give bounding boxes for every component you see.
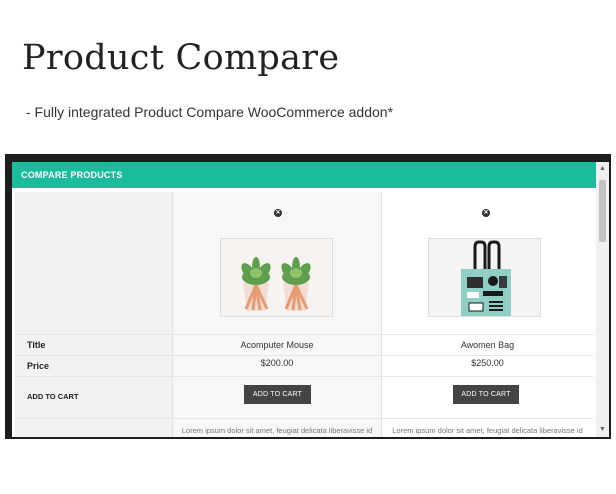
scroll-up-icon[interactable]: ▲ [599,165,606,173]
product-title-1[interactable]: Acomputer Mouse [173,340,381,350]
add-to-cart-button-1[interactable]: ADD TO CART [244,385,311,404]
product-price-2: $250.00 [471,358,504,368]
remove-circle-icon[interactable]: ✕ [274,209,282,217]
compare-modal: COMPARE PRODUCTS ✕ ✕ Title Acomputer Mou… [12,162,609,437]
scrollbar-thumb[interactable] [599,180,606,242]
product-image-1[interactable] [220,238,333,317]
modal-header: COMPARE PRODUCTS [12,162,596,188]
row-divider [15,334,593,335]
remove-circle-icon[interactable]: ✕ [482,209,490,217]
add-to-cart-row-label: ADD TO CART [27,392,79,401]
page-title: Product Compare [22,38,340,78]
row-divider [15,355,593,356]
row-divider [15,418,593,419]
compare-table: ✕ ✕ Title Acomputer Mouse Awomen Bag Pri… [15,192,593,437]
scroll-down-icon[interactable]: ▼ [599,426,606,434]
tote-bag-image [429,239,540,316]
product-description-2: Lorem ipsum dolor sit amet, feugiat deli… [392,426,583,435]
product-description-1: Lorem ipsum dolor sit amet, feugiat deli… [181,426,373,435]
column-divider [172,192,173,437]
row-divider [15,376,593,377]
price-row-label: Price [27,361,50,371]
column-divider [381,192,382,437]
product-image-2[interactable] [428,238,541,317]
page-subtitle: - Fully integrated Product Compare WooCo… [26,104,394,120]
scrollbar[interactable]: ▲ ▼ [596,162,609,437]
add-to-cart-button-2[interactable]: ADD TO CART [453,385,519,404]
title-row-label: Title [27,340,46,350]
product-price-1: $200.00 [260,358,294,368]
modal-title: COMPARE PRODUCTS [21,170,123,180]
product-title-2[interactable]: Awomen Bag [382,340,593,350]
succulent-planters-image [221,239,332,316]
